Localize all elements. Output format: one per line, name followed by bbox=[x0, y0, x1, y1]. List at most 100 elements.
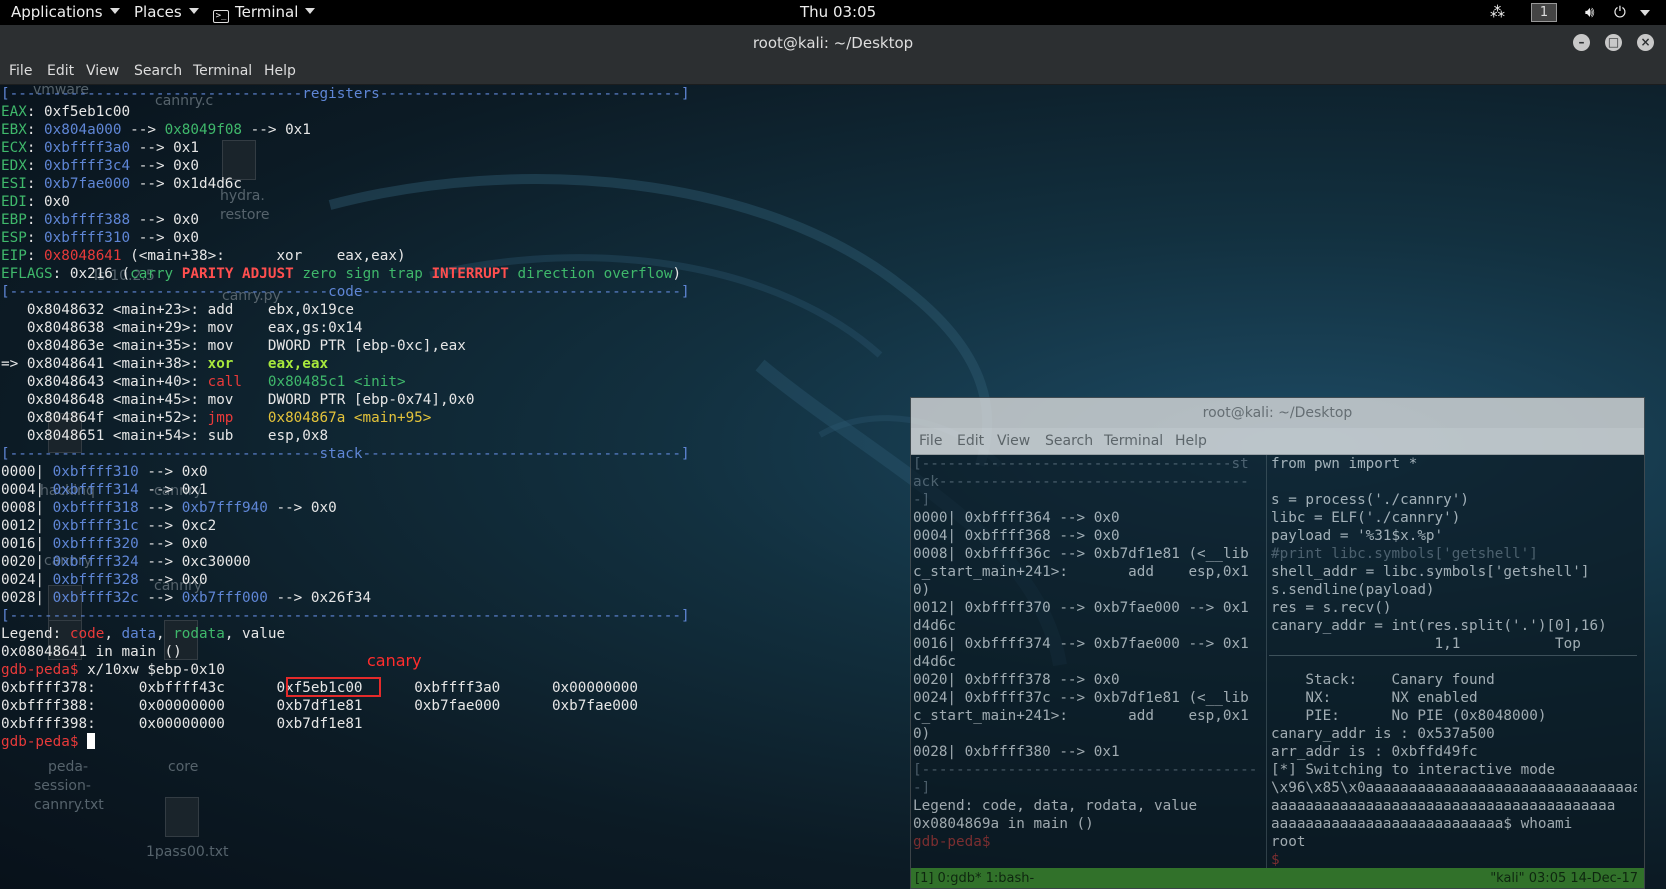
pane-line: 0) bbox=[913, 726, 931, 742]
file-icon bbox=[222, 140, 256, 180]
code-line: 0x804863e <main+35>: mov DWORD PTR [ebp-… bbox=[26, 338, 466, 354]
code-line: 0x8048648 <main+45>: mov DWORD PTR [ebp-… bbox=[26, 392, 475, 408]
pane-line: 0024| 0xbffff37c --> 0xb7df1e81 (<__lib bbox=[913, 690, 1249, 706]
text-cursor bbox=[87, 733, 96, 749]
menu-edit[interactable]: Edit bbox=[47, 63, 74, 79]
menu-edit[interactable]: Edit bbox=[957, 433, 984, 449]
pane-line: PIE: No PIE (0x8048000) bbox=[1271, 708, 1547, 724]
stack-line: 0020| 0xbffff324 --> 0xc30000 bbox=[1, 554, 251, 570]
maximize-button[interactable]: □ bbox=[1605, 34, 1622, 51]
pane-line: 0008| 0xbffff36c --> 0xb7df1e81 (<__lib bbox=[913, 546, 1249, 562]
pane-line: NX: NX enabled bbox=[1271, 690, 1478, 706]
pane-line: from pwn import * bbox=[1271, 456, 1418, 472]
pane-line: 0000| 0xbffff364 --> 0x0 bbox=[913, 510, 1120, 526]
window-titlebar[interactable]: root@kali: ~/Desktop – □ × bbox=[0, 25, 1666, 61]
footer-rule: [---------------------------------------… bbox=[1, 608, 690, 624]
pane-line: aaaaaaaaaaaaaaaaaaaaaaaaaaaaaaaaaaaaaaaa bbox=[1271, 798, 1616, 814]
pane-line: s = process('./cannry') bbox=[1271, 492, 1469, 508]
pane-line: -] bbox=[913, 780, 931, 796]
pane-line: 0) bbox=[913, 582, 931, 598]
register-esp: ESP: 0xbffff310 --> 0x0 bbox=[1, 230, 199, 246]
menu-file[interactable]: File bbox=[919, 433, 942, 449]
code-line: 0x804864f <main+52>: jmp 0x804867a <main… bbox=[26, 410, 432, 426]
menu-terminal[interactable]: Terminal bbox=[193, 63, 252, 79]
top-panel: Applications Places >_ Terminal Thu 03:05… bbox=[0, 0, 1666, 25]
pane-line: -] bbox=[913, 492, 931, 508]
chevron-down-icon[interactable] bbox=[1640, 10, 1650, 16]
stack-line: 0008| 0xbffff318 --> 0xb7fff940 --> 0x0 bbox=[1, 500, 337, 516]
secondary-menu-bar: File Edit View Search Terminal Help bbox=[911, 428, 1644, 455]
pane-line: shell_addr = libc.symbols['getshell'] bbox=[1271, 564, 1590, 580]
pane-line: [*] Switching to interactive mode bbox=[1271, 762, 1556, 778]
stack-line: 0024| 0xbffff328 --> 0x0 bbox=[1, 572, 208, 588]
pane-line: canary_addr = int(res.split('.')[0],16) bbox=[1271, 618, 1607, 634]
desktop-icon-label: cannry.txt bbox=[34, 797, 104, 813]
file-icon bbox=[165, 797, 199, 837]
register-edi: EDI: 0x0 bbox=[1, 194, 70, 210]
pane-line: 0028| 0xbffff380 --> 0x1 bbox=[913, 744, 1120, 760]
legend-line: Legend: code, data, rodata, value bbox=[1, 626, 286, 642]
tmux-status-right: "kali" 03:05 14-Dec-17 bbox=[1490, 871, 1638, 886]
applications-grid-icon[interactable]: ⁂ bbox=[1490, 3, 1505, 21]
workspace-indicator[interactable]: 1 bbox=[1531, 3, 1557, 22]
pane-line: canary_addr is : 0x537a500 bbox=[1271, 726, 1495, 742]
pane-line: arr_addr is : 0xbffd49fc bbox=[1271, 744, 1478, 760]
code-header: [-------------------------------------co… bbox=[1, 284, 690, 300]
canary-annotation: canary bbox=[367, 651, 422, 670]
desktop-icon-label: session- bbox=[34, 778, 91, 794]
stack-line: 0000| 0xbffff310 --> 0x0 bbox=[1, 464, 208, 480]
menu-help[interactable]: Help bbox=[1175, 433, 1207, 449]
clock[interactable]: Thu 03:05 bbox=[800, 3, 876, 21]
pane-line: libc = ELF('./cannry') bbox=[1271, 510, 1461, 526]
volume-icon[interactable]: 🔊︎ bbox=[1585, 3, 1594, 21]
pane-line: ack------------------------------------ bbox=[913, 474, 1249, 490]
terminal-app-menu[interactable]: >_ Terminal bbox=[213, 3, 316, 23]
close-button[interactable]: × bbox=[1637, 34, 1654, 51]
window-title: root@kali: ~/Desktop bbox=[752, 34, 914, 52]
secondary-window-title[interactable]: root@kali: ~/Desktop bbox=[911, 398, 1644, 428]
menu-file[interactable]: File bbox=[9, 63, 32, 79]
pane-divider[interactable] bbox=[1269, 655, 1637, 656]
command-line: gdb-peda$ x/10xw $ebp-0x10 bbox=[1, 662, 225, 678]
desktop-icon-label: 1pass00.txt bbox=[146, 844, 229, 860]
menu-bar: File Edit View Search Terminal Help bbox=[0, 61, 1666, 85]
pane-line: d4d6c bbox=[913, 618, 957, 634]
menu-search[interactable]: Search bbox=[1045, 433, 1093, 449]
tmux-status-bar: [1] 0:gdb* 1:bash- "kali" 03:05 14-Dec-1… bbox=[911, 868, 1644, 888]
tmux-pane-gdb[interactable]: [------------------------------------st … bbox=[911, 455, 1267, 868]
menu-help[interactable]: Help bbox=[264, 63, 296, 79]
pane-line: gdb-peda$ bbox=[913, 834, 991, 850]
register-esi: ESI: 0xb7fae000 --> 0x1d4d6c bbox=[1, 176, 243, 192]
secondary-terminal-window[interactable]: root@kali: ~/Desktop File Edit View Sear… bbox=[910, 397, 1645, 889]
power-icon[interactable]: ⏻ bbox=[1614, 3, 1626, 21]
pane-line: $ bbox=[1271, 852, 1289, 868]
pane-line: 1,1 Top bbox=[1271, 636, 1581, 652]
terminal-icon: >_ bbox=[213, 10, 229, 23]
pane-line: #print libc.symbols['getshell'] bbox=[1271, 546, 1538, 562]
memory-row: 0xbffff388: 0x00000000 0xb7df1e81 0xb7fa… bbox=[1, 698, 639, 714]
menu-terminal[interactable]: Terminal bbox=[1104, 433, 1163, 449]
register-ebx: EBX: 0x804a000 --> 0x8049f08 --> 0x1 bbox=[1, 122, 311, 138]
code-line: 0x8048632 <main+23>: add ebx,0x19ce bbox=[26, 302, 354, 318]
menu-view[interactable]: View bbox=[997, 433, 1030, 449]
pane-line: [--------------------------------------- bbox=[913, 762, 1258, 778]
places-menu[interactable]: Places bbox=[134, 3, 199, 21]
prompt-line[interactable]: gdb-peda$ bbox=[1, 733, 96, 751]
registers-header: [----------------------------------regis… bbox=[1, 86, 690, 102]
applications-label: Applications bbox=[11, 3, 103, 21]
menu-search[interactable]: Search bbox=[134, 63, 182, 79]
desktop-icon-label: peda- bbox=[48, 759, 89, 775]
pane-line: [------------------------------------st bbox=[913, 456, 1249, 472]
code-line: 0x8048643 <main+40>: call 0x80485c1 <ini… bbox=[26, 374, 406, 390]
pane-line: payload = '%31$x.%p' bbox=[1271, 528, 1444, 544]
desktop-icon-label: core bbox=[168, 759, 199, 775]
register-ebp: EBP: 0xbffff388 --> 0x0 bbox=[1, 212, 199, 228]
applications-menu[interactable]: Applications bbox=[11, 3, 120, 21]
tmux-pane-script[interactable]: from pwn import * s = process('./cannry'… bbox=[1269, 455, 1637, 868]
minimize-button[interactable]: – bbox=[1573, 34, 1590, 51]
pane-line: Stack: Canary found bbox=[1271, 672, 1495, 688]
pane-line: 0016| 0xbffff374 --> 0xb7fae000 --> 0x1 bbox=[913, 636, 1249, 652]
tmux-window-list[interactable]: [1] 0:gdb* 1:bash- bbox=[915, 871, 1034, 886]
menu-view[interactable]: View bbox=[86, 63, 119, 79]
stack-line: 0016| 0xbffff320 --> 0x0 bbox=[1, 536, 208, 552]
